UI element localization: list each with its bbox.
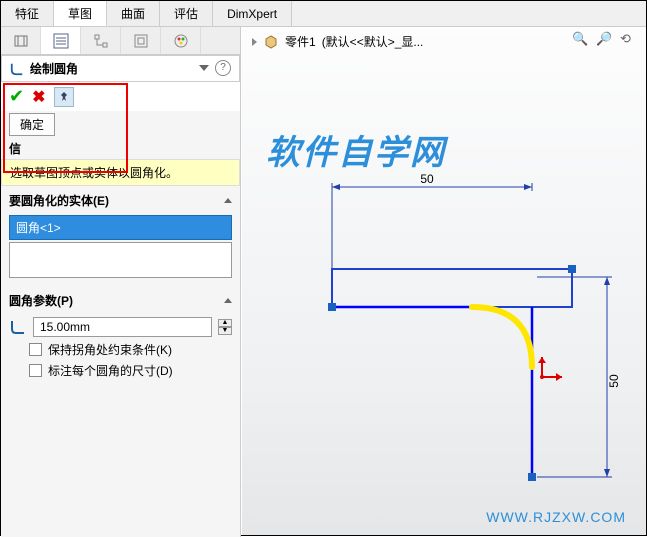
checkbox-row-1: 保持拐角处约束条件(K) [29, 341, 232, 358]
watermark-text: 软件自学网 [266, 125, 446, 174]
graphics-viewport[interactable]: 🔍 🔎 ⟲ 零件1 (默认<<默认>_显... 软件自学网 50 50 [242, 27, 646, 535]
section-entities-label: 要圆角化的实体(E) [9, 192, 109, 209]
panel-tab-3[interactable] [81, 27, 121, 54]
ribbon-tabs: 特征 草图 曲面 评估 DimXpert [1, 1, 646, 27]
panel-tab-4[interactable] [121, 27, 161, 54]
caret-up-icon [224, 298, 232, 303]
caret-up-icon [224, 198, 232, 203]
spinner-down[interactable]: ▼ [218, 327, 232, 335]
command-title: 绘制圆角 [30, 60, 78, 77]
dim-vert: 50 [607, 374, 621, 388]
help-icon[interactable]: ? [215, 60, 231, 76]
appearance-icon [173, 33, 189, 49]
sketch-drawing: 50 50 [312, 177, 632, 520]
pin-button[interactable] [54, 87, 74, 107]
view-tools: 🔍 🔎 ⟲ [572, 31, 638, 49]
tab-dimxpert[interactable]: DimXpert [213, 1, 292, 26]
tab-sketch[interactable]: 草图 [54, 1, 107, 26]
pushpin-icon [58, 91, 70, 103]
dim-horiz: 50 [420, 172, 434, 186]
zoom-area-icon[interactable]: 🔎 [596, 31, 614, 49]
feature-breadcrumb: 零件1 (默认<<默认>_显... [252, 33, 423, 50]
breadcrumb-config: (默认<<默认>_显... [322, 33, 424, 50]
section-params-header[interactable]: 圆角参数(P) [1, 286, 240, 313]
zoom-fit-icon[interactable]: 🔍 [572, 31, 590, 49]
origin-icon [538, 357, 562, 381]
section-params-label: 圆角参数(P) [9, 292, 73, 309]
property-panel: 绘制圆角 ? ✔ ✖ 确定 信 选取草图顶点或实体以圆角化。 要圆角化的实体(E… [1, 27, 241, 537]
watermark-url: WWW.RJZXW.COM [486, 509, 626, 525]
panel-tab-2[interactable] [41, 27, 81, 54]
ok-button[interactable]: ✔ [9, 86, 24, 107]
fillet-icon [10, 62, 24, 76]
part-icon [263, 34, 279, 50]
info-label: 信 [1, 138, 240, 159]
spinner-up[interactable]: ▲ [218, 319, 232, 327]
breadcrumb-caret-icon[interactable] [252, 38, 257, 46]
tree-icon [93, 33, 109, 49]
checkbox-keep-constraints[interactable] [29, 343, 42, 356]
radius-spinner: ▲ ▼ [218, 319, 232, 335]
tab-evaluate[interactable]: 评估 [160, 1, 213, 26]
radius-icon [9, 318, 27, 336]
tab-surface[interactable]: 曲面 [107, 1, 160, 26]
radius-input[interactable]: 15.00mm [33, 317, 212, 337]
action-row: ✔ ✖ [1, 82, 240, 111]
collapse-icon[interactable] [199, 65, 209, 71]
assembly-icon [13, 33, 29, 49]
panel-tab-5[interactable] [161, 27, 201, 54]
list-icon [53, 33, 69, 49]
zoom-prev-icon[interactable]: ⟲ [620, 31, 638, 49]
config-icon [133, 33, 149, 49]
radius-row: 15.00mm ▲ ▼ [9, 317, 232, 337]
section-entities-header[interactable]: 要圆角化的实体(E) [1, 186, 240, 213]
command-header: 绘制圆角 ? [1, 55, 240, 82]
selected-entity[interactable]: 圆角<1> [9, 215, 232, 240]
panel-tab-1[interactable] [1, 27, 41, 54]
breadcrumb-part[interactable]: 零件1 [285, 33, 316, 50]
checkbox-row-2: 标注每个圆角的尺寸(D) [29, 362, 232, 379]
entity-list[interactable] [9, 242, 232, 278]
tab-feature[interactable]: 特征 [1, 1, 54, 26]
panel-tab-row [1, 27, 240, 55]
cancel-button[interactable]: ✖ [32, 87, 45, 107]
checkbox-label-1: 保持拐角处约束条件(K) [48, 341, 172, 358]
checkbox-label-2: 标注每个圆角的尺寸(D) [48, 362, 173, 379]
confirm-button[interactable]: 确定 [9, 113, 55, 136]
checkbox-dimension-each[interactable] [29, 364, 42, 377]
hint-message: 选取草图顶点或实体以圆角化。 [1, 159, 240, 186]
